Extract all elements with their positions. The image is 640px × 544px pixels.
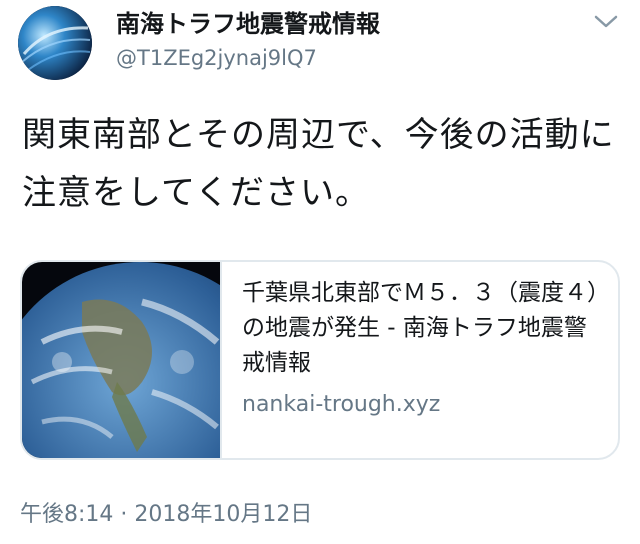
tweet-text: 関東南部とその周辺で、今後の活動に注意をしてください。	[22, 115, 615, 213]
card-title[interactable]: 千葉県北東部でＭ５．３（震度４）の地震が発生 - 南海トラフ地震警戒情報	[242, 276, 604, 381]
tweet-menu-button[interactable]	[588, 8, 624, 36]
avatar[interactable]	[18, 6, 92, 80]
card-domain: nankai-trough.xyz	[242, 392, 441, 417]
tweet-timestamp[interactable]: 午後8:14 · 2018年10月12日	[20, 500, 312, 530]
user-handle[interactable]: @T1ZEg2jynaj9lQ7	[116, 44, 317, 72]
chevron-down-icon	[594, 15, 618, 28]
card-image[interactable]	[22, 262, 222, 458]
earth-image-icon	[22, 262, 220, 458]
display-name[interactable]: 南海トラフ地震警戒情報	[116, 9, 380, 39]
link-card[interactable]: 千葉県北東部でＭ５．３（震度４）の地震が発生 - 南海トラフ地震警戒情報 nan…	[20, 260, 620, 460]
globe-avatar-icon	[18, 6, 92, 80]
